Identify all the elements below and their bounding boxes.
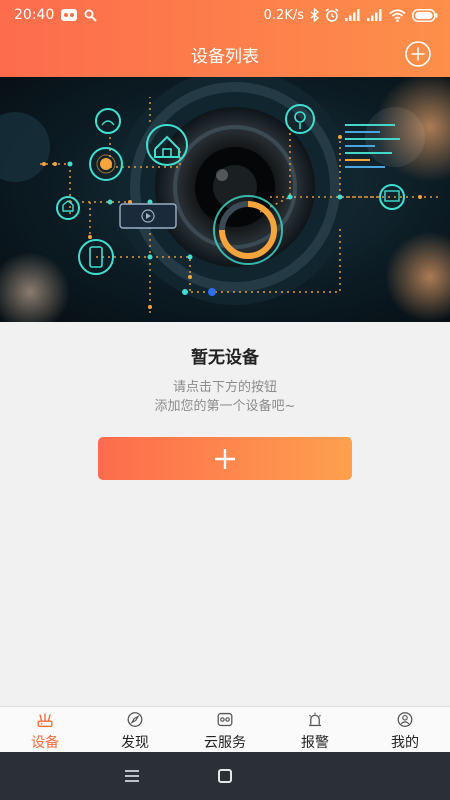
title-row: 设备列表 [0,30,450,77]
tab-label: 设备 [31,735,59,751]
profile-icon [397,712,413,727]
alarm-icon [325,8,339,22]
tab-cloud-service[interactable]: 云服务 [180,707,270,752]
tab-profile[interactable]: 我的 [360,707,450,752]
status-time: 20:40 [14,7,55,23]
cloud-service-icon [217,712,233,727]
system-nav-bar [0,752,450,800]
empty-state-title: 暂无设备 [191,348,259,368]
bottom-tab-bar: 设备 发现 云服务 报警 我的 [0,706,450,752]
tab-discover[interactable]: 发现 [90,707,180,752]
tab-label: 发现 [121,735,149,751]
plus-icon [215,448,235,469]
tab-label: 云服务 [204,735,246,751]
page-title: 设备列表 [191,47,259,67]
network-speed: 0.2K/s [263,7,304,23]
battery-icon [412,8,438,22]
search-icon [84,9,98,22]
wifi-icon [389,8,406,22]
empty-hint-line-1: 请点击下方的按钮 [172,380,277,395]
status-bar: 20:40 0.2K/s [0,0,450,30]
tab-label: 我的 [391,735,419,751]
router-icon [37,713,53,727]
compass-icon [127,712,143,727]
add-device-button[interactable] [98,437,352,480]
app-notification-icon [61,9,78,21]
hero-banner [0,77,450,322]
menu-icon[interactable] [124,769,140,783]
tab-devices[interactable]: 设备 [0,707,90,752]
add-device-icon[interactable] [404,40,432,68]
bluetooth-icon [310,8,319,22]
iot-camera-illustration [0,77,450,322]
app-header: 20:40 0.2K/s 设备列表 [0,0,450,77]
empty-state-hint: 请点击下方的按钮 添加您的第一个设备吧~ [0,378,450,416]
empty-hint-line-2: 添加您的第一个设备吧~ [154,399,296,414]
home-button[interactable] [218,769,232,783]
alarm-light-icon [309,712,321,727]
tab-alarm[interactable]: 报警 [270,707,360,752]
tab-label: 报警 [301,735,329,751]
signal-icon [367,9,382,21]
signal-icon [345,9,360,21]
